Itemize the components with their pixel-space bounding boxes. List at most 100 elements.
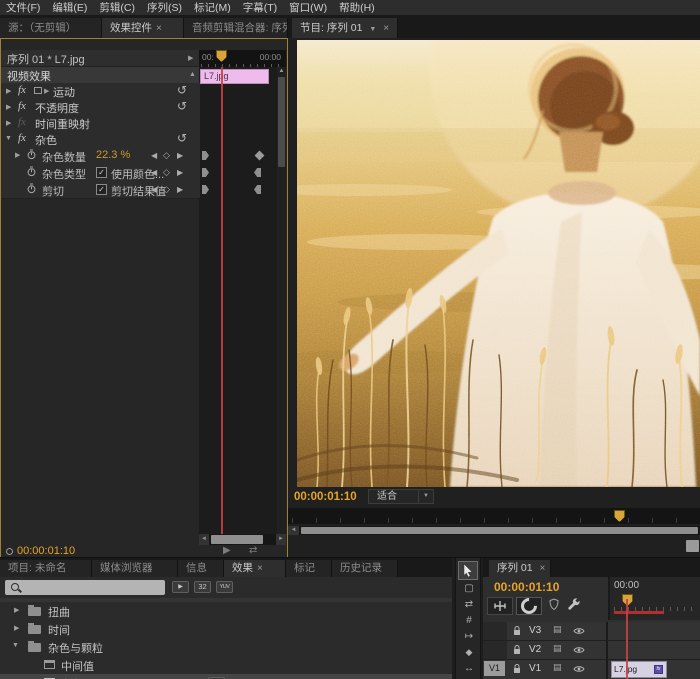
32bit-effects-badge[interactable]: 32: [194, 581, 211, 593]
timeline-clip-l7jpg[interactable]: L7.jpg fx: [611, 661, 667, 678]
collapse-icon[interactable]: ▲: [189, 71, 196, 78]
ec-clip-bar[interactable]: L7.jpg: [200, 69, 269, 84]
program-scrollbar[interactable]: ◄: [288, 526, 700, 535]
source-patch-v1[interactable]: V1: [484, 661, 505, 676]
timeline-ruler[interactable]: 00:00: [608, 577, 700, 620]
param-row-clip[interactable]: 剪切 ✓ 剪切结果值 ◀ ◇ ▶: [1, 181, 200, 199]
tab-sequence-01[interactable]: 序列 01 ×: [489, 560, 551, 577]
lock-icon[interactable]: [513, 644, 521, 656]
track-label[interactable]: V1: [529, 663, 541, 674]
prev-keyframe-icon[interactable]: ◀: [151, 168, 157, 177]
prev-keyframe-icon[interactable]: ◀: [151, 185, 157, 194]
effects-search-input[interactable]: [5, 580, 165, 595]
reset-icon[interactable]: ↺: [177, 83, 187, 97]
menu-window[interactable]: 窗口(W): [283, 0, 333, 15]
prev-keyframe-icon[interactable]: ◀: [151, 151, 157, 160]
snap-button[interactable]: [516, 597, 542, 615]
keyframe-diamond-icon[interactable]: [255, 151, 265, 161]
chevron-down-icon[interactable]: ▼: [369, 26, 376, 33]
close-icon[interactable]: ×: [257, 563, 263, 574]
scroll-left-icon[interactable]: ◄: [199, 534, 209, 545]
tab-media-browser[interactable]: 媒体浏览器: [92, 560, 178, 577]
keyframe-end-icon[interactable]: [254, 185, 261, 194]
ripple-edit-tool-button[interactable]: ⇄: [456, 599, 482, 610]
marker-shield-button[interactable]: [549, 598, 559, 614]
reset-icon[interactable]: ↺: [177, 131, 187, 145]
tree-row-time[interactable]: ▶ 时间: [0, 620, 452, 638]
twirl-icon[interactable]: ▶: [6, 103, 11, 111]
scroll-up-icon[interactable]: ▲: [277, 68, 286, 74]
tree-row-noise-grain[interactable]: ▼ 杂色与颗粒: [0, 638, 452, 656]
tree-row-noise-selected[interactable]: 杂色 ▶: [0, 674, 452, 679]
twirl-down-icon[interactable]: ▼: [12, 642, 19, 649]
close-icon[interactable]: ×: [156, 23, 162, 34]
close-icon[interactable]: ×: [383, 23, 389, 34]
track-display-style-icon[interactable]: ▤: [553, 624, 562, 635]
reset-icon[interactable]: ↺: [177, 99, 187, 113]
track-label[interactable]: V2: [529, 644, 541, 655]
chevron-down-icon[interactable]: ▼: [418, 490, 433, 503]
add-keyframe-icon[interactable]: ◇: [163, 150, 170, 161]
tab-effect-controls[interactable]: 效果控件×: [102, 18, 184, 38]
ec-video-effects-header[interactable]: 视频效果 ▲: [1, 67, 200, 84]
add-keyframe-icon[interactable]: ◇: [163, 184, 170, 195]
menu-help[interactable]: 帮助(H): [333, 0, 381, 15]
ec-playhead-line[interactable]: [221, 67, 223, 534]
track-row-v3[interactable]: V3 ▤: [483, 622, 700, 641]
panel-resize-gripper[interactable]: [686, 540, 699, 552]
track-row-v1[interactable]: V1 V1 ▤ L7.jpg fx: [483, 660, 700, 679]
tab-effects[interactable]: 效果×: [224, 560, 286, 577]
scroll-left-icon[interactable]: ◄: [288, 526, 299, 535]
ec-hscroll-thumb[interactable]: [211, 535, 263, 544]
checkbox-checked[interactable]: ✓: [96, 184, 107, 195]
keyframe-end-icon[interactable]: [254, 168, 261, 177]
twirl-icon[interactable]: ▶: [14, 606, 19, 614]
eye-icon[interactable]: [573, 644, 585, 656]
ec-timeline-ruler[interactable]: 00: 00:00: [199, 50, 286, 68]
track-gutter[interactable]: [483, 641, 507, 659]
ec-timecode[interactable]: 00:00:01:10: [17, 545, 75, 557]
track-display-style-icon[interactable]: ▤: [553, 662, 562, 673]
track-select-tool-button[interactable]: ▢: [456, 583, 482, 594]
checkbox-checked[interactable]: ✓: [96, 167, 107, 178]
insert-overwrite-button[interactable]: [487, 597, 513, 615]
tab-history[interactable]: 历史记录: [332, 560, 398, 577]
effect-row-time-remap[interactable]: ▶ fx 时间重映射: [1, 115, 200, 132]
scroll-right-icon[interactable]: ►: [276, 534, 286, 545]
tab-markers[interactable]: 标记: [286, 560, 332, 577]
menu-edit[interactable]: 编辑(E): [46, 0, 93, 15]
fx-badge[interactable]: fx: [18, 132, 26, 144]
rolling-edit-tool-button[interactable]: #: [456, 615, 482, 626]
menu-marker[interactable]: 标记(M): [188, 0, 237, 15]
next-keyframe-icon[interactable]: ▶: [177, 151, 183, 160]
close-icon[interactable]: ×: [540, 563, 546, 574]
track-gutter[interactable]: [483, 622, 507, 640]
program-timecode[interactable]: 00:00:01:10: [294, 491, 357, 503]
track-label[interactable]: V3: [529, 625, 541, 636]
twirl-icon[interactable]: ▶: [14, 624, 19, 632]
tree-row-median[interactable]: 中间值: [0, 656, 452, 674]
play-clip-icon[interactable]: ▶: [223, 545, 231, 556]
fx-badge-disabled[interactable]: fx: [18, 116, 26, 128]
twirl-icon[interactable]: ▶: [6, 119, 11, 127]
program-scroll-thumb[interactable]: [301, 527, 698, 534]
timeline-timecode[interactable]: 00:00:01:10: [494, 580, 559, 594]
param-row-noise-type[interactable]: 杂色类型 ✓ 使用颜色... ◀ ◇ ▶: [1, 164, 200, 182]
selection-tool-button[interactable]: [458, 561, 478, 580]
track-row-v2[interactable]: V2 ▤: [483, 641, 700, 660]
stopwatch-icon[interactable]: [27, 166, 36, 180]
keyframe-start-icon[interactable]: [202, 185, 209, 194]
ec-vertical-scrollbar[interactable]: ▲: [277, 67, 286, 534]
tab-project[interactable]: 项目: 未命名: [0, 560, 92, 577]
twirl-icon[interactable]: ▶: [6, 87, 11, 95]
menu-sequence[interactable]: 序列(S): [141, 0, 188, 15]
twirl-icon[interactable]: ▶: [15, 151, 20, 159]
eye-icon[interactable]: [573, 663, 585, 675]
fx-badge[interactable]: fx: [18, 100, 26, 112]
track-display-style-icon[interactable]: ▤: [553, 643, 562, 654]
tab-info[interactable]: 信息: [178, 560, 224, 577]
tree-row-distort[interactable]: ▶ 扭曲: [0, 602, 452, 620]
twirl-down-icon[interactable]: ▼: [5, 135, 12, 142]
timeline-playhead-line[interactable]: [626, 599, 628, 679]
accelerated-effects-badge[interactable]: ▶: [172, 581, 189, 593]
